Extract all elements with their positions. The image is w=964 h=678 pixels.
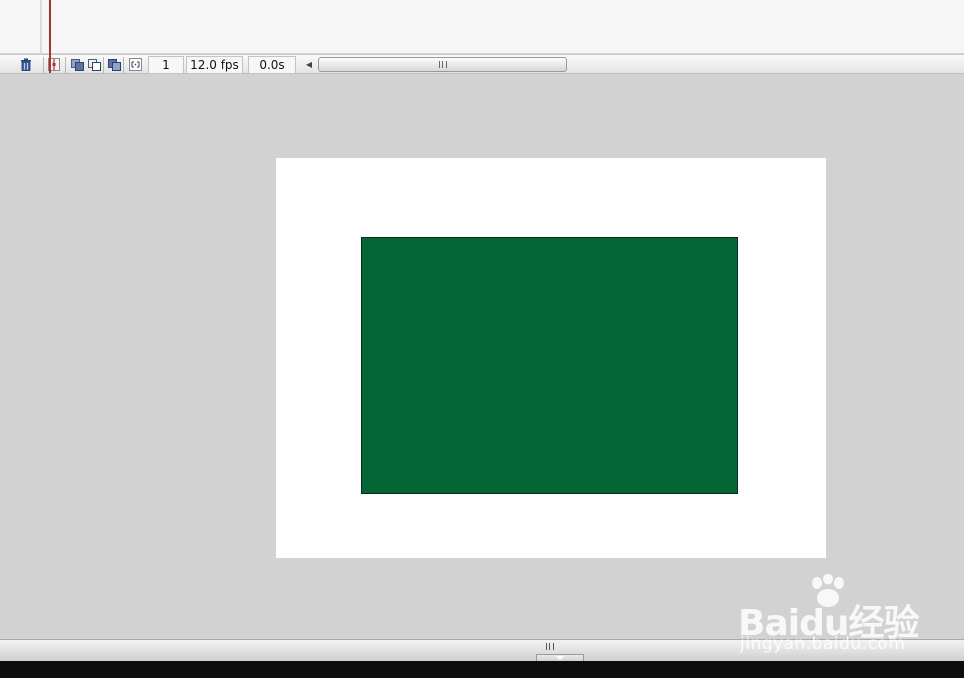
separator bbox=[103, 57, 104, 73]
onion-skin-icon[interactable] bbox=[69, 57, 85, 72]
pasteboard[interactable] bbox=[0, 76, 964, 639]
separator bbox=[43, 57, 44, 73]
separator bbox=[65, 57, 66, 73]
baidu-watermark: Baidu经验 jingyan.baidu.com bbox=[738, 574, 948, 658]
green-rectangle-shape[interactable] bbox=[361, 237, 738, 494]
current-frame-field[interactable]: 1 bbox=[148, 56, 184, 74]
scroll-left-arrow-icon[interactable]: ◀ bbox=[303, 58, 315, 72]
timeline-horizontal-scroll-thumb[interactable] bbox=[318, 57, 567, 72]
taskbar-strip bbox=[0, 661, 964, 678]
chevron-down-icon bbox=[556, 656, 564, 660]
playhead[interactable] bbox=[49, 0, 51, 73]
grip-icon bbox=[439, 61, 447, 68]
stage[interactable] bbox=[276, 158, 826, 558]
timeline-panel[interactable] bbox=[0, 0, 964, 54]
separator bbox=[123, 57, 124, 73]
timeline-statusbar: 1 12.0 fps 0.0s ◀ bbox=[0, 54, 964, 74]
grip-icon[interactable] bbox=[546, 643, 554, 650]
frame-rate-field[interactable]: 12.0 fps bbox=[186, 56, 243, 74]
trash-icon[interactable] bbox=[18, 57, 34, 72]
edit-multiple-frames-icon[interactable] bbox=[106, 57, 122, 72]
modify-onion-markers-icon[interactable] bbox=[127, 57, 143, 72]
elapsed-time-field: 0.0s bbox=[248, 56, 296, 74]
onion-skin-outlines-icon[interactable] bbox=[86, 57, 102, 72]
watermark-url-text: jingyan.baidu.com bbox=[740, 634, 906, 654]
layer-panel-divider[interactable] bbox=[40, 0, 42, 54]
